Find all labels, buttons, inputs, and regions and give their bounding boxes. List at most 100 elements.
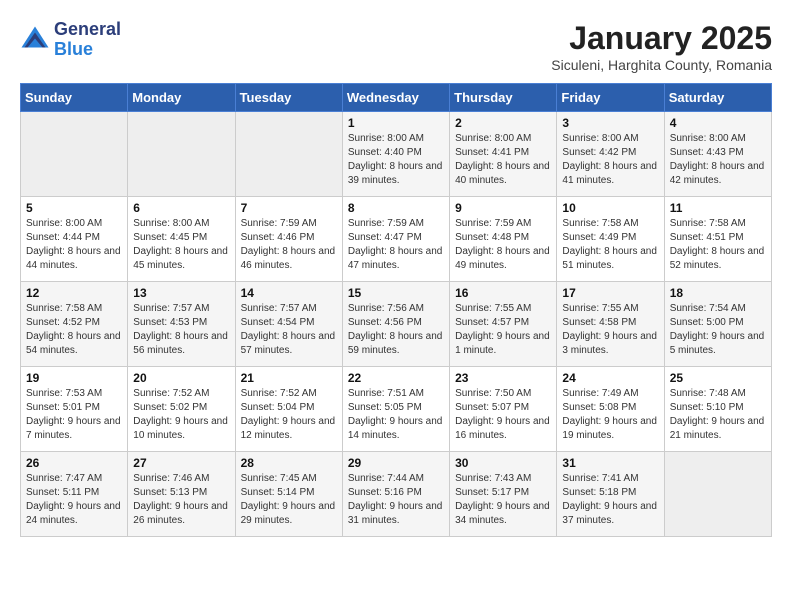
calendar-title: January 2025 [551,20,772,57]
calendar-cell: 7Sunrise: 7:59 AMSunset: 4:46 PMDaylight… [235,197,342,282]
calendar-subtitle: Siculeni, Harghita County, Romania [551,57,772,73]
day-info: Sunrise: 7:58 AMSunset: 4:49 PMDaylight:… [562,217,658,273]
calendar-cell: 1 Sunrise: 8:00 AMSunset: 4:40 PMDaylight… [342,112,449,197]
day-info: Sunrise: 7:54 AMSunset: 5:00 PMDaylight:… [670,302,766,358]
day-number: 6 [133,201,229,215]
logo-general-text: General [54,19,121,39]
day-info: Sunrise: 7:52 AMSunset: 5:04 PMDaylight:… [241,387,337,443]
calendar-cell: 19 Sunrise: 7:53 AMSunset: 5:01 PMDayligh… [21,367,128,452]
day-info: Sunrise: 7:59 AMSunset: 4:47 PMDaylight:… [348,217,444,273]
calendar-cell: 28 Sunrise: 7:45 AMSunset: 5:14 PMDayligh… [235,452,342,537]
day-number: 28 [241,456,337,470]
day-number: 4 [670,116,766,130]
day-info: Sunrise: 8:00 AMSunset: 4:43 PMDaylight:… [670,132,766,188]
calendar-cell: 31 Sunrise: 7:41 AMSunset: 5:18 PMDayligh… [557,452,664,537]
day-number: 5 [26,201,122,215]
day-info: Sunrise: 8:00 AMSunset: 4:44 PMDaylight:… [26,217,122,273]
calendar-cell: 29 Sunrise: 7:44 AMSunset: 5:16 PMDayligh… [342,452,449,537]
day-info: Sunrise: 8:00 AMSunset: 4:40 PMDaylight:… [348,132,444,188]
day-number: 31 [562,456,658,470]
day-number: 26 [26,456,122,470]
calendar-cell [21,112,128,197]
day-info: Sunrise: 7:46 AMSunset: 5:13 PMDaylight:… [133,472,229,528]
calendar-cell: 22 Sunrise: 7:51 AMSunset: 5:05 PMDayligh… [342,367,449,452]
calendar-cell: 21Sunrise: 7:52 AMSunset: 5:04 PMDayligh… [235,367,342,452]
day-number: 11 [670,201,766,215]
calendar-cell: 5 Sunrise: 8:00 AMSunset: 4:44 PMDaylight… [21,197,128,282]
calendar-cell: 13Sunrise: 7:57 AMSunset: 4:53 PMDayligh… [128,282,235,367]
day-info: Sunrise: 7:57 AMSunset: 4:54 PMDaylight:… [241,302,337,358]
calendar-header-saturday: Saturday [664,84,771,112]
calendar-cell: 10Sunrise: 7:58 AMSunset: 4:49 PMDayligh… [557,197,664,282]
calendar-cell: 9 Sunrise: 7:59 AMSunset: 4:48 PMDaylight… [450,197,557,282]
day-info: Sunrise: 7:48 AMSunset: 5:10 PMDaylight:… [670,387,766,443]
day-info: Sunrise: 7:55 AMSunset: 4:57 PMDaylight:… [455,302,551,358]
calendar-cell: 12Sunrise: 7:58 AMSunset: 4:52 PMDayligh… [21,282,128,367]
day-info: Sunrise: 7:57 AMSunset: 4:53 PMDaylight:… [133,302,229,358]
day-number: 18 [670,286,766,300]
calendar-cell: 6 Sunrise: 8:00 AMSunset: 4:45 PMDaylight… [128,197,235,282]
day-number: 20 [133,371,229,385]
day-info: Sunrise: 8:00 AMSunset: 4:41 PMDaylight:… [455,132,551,188]
day-number: 23 [455,371,551,385]
calendar-cell: 25 Sunrise: 7:48 AMSunset: 5:10 PMDayligh… [664,367,771,452]
calendar-week-3: 12Sunrise: 7:58 AMSunset: 4:52 PMDayligh… [21,282,772,367]
day-number: 3 [562,116,658,130]
day-info: Sunrise: 7:45 AMSunset: 5:14 PMDaylight:… [241,472,337,528]
calendar-header-row: SundayMondayTuesdayWednesdayThursdayFrid… [21,84,772,112]
calendar-week-4: 19 Sunrise: 7:53 AMSunset: 5:01 PMDayligh… [21,367,772,452]
day-number: 9 [455,201,551,215]
day-info: Sunrise: 7:44 AMSunset: 5:16 PMDaylight:… [348,472,444,528]
calendar-header-wednesday: Wednesday [342,84,449,112]
calendar-header-monday: Monday [128,84,235,112]
calendar-cell [664,452,771,537]
logo-text: General Blue [54,20,121,60]
day-info: Sunrise: 7:43 AMSunset: 5:17 PMDaylight:… [455,472,551,528]
calendar-cell: 2 Sunrise: 8:00 AMSunset: 4:41 PMDaylight… [450,112,557,197]
day-info: Sunrise: 7:59 AMSunset: 4:46 PMDaylight:… [241,217,337,273]
logo: General Blue [20,20,121,60]
calendar-header-thursday: Thursday [450,84,557,112]
calendar-cell: 14 Sunrise: 7:57 AMSunset: 4:54 PMDayligh… [235,282,342,367]
day-number: 17 [562,286,658,300]
day-info: Sunrise: 7:58 AMSunset: 4:51 PMDaylight:… [670,217,766,273]
calendar-cell: 20 Sunrise: 7:52 AMSunset: 5:02 PMDayligh… [128,367,235,452]
day-number: 30 [455,456,551,470]
day-info: Sunrise: 7:53 AMSunset: 5:01 PMDaylight:… [26,387,122,443]
day-info: Sunrise: 7:55 AMSunset: 4:58 PMDaylight:… [562,302,658,358]
day-info: Sunrise: 7:51 AMSunset: 5:05 PMDaylight:… [348,387,444,443]
calendar-cell: 24Sunrise: 7:49 AMSunset: 5:08 PMDayligh… [557,367,664,452]
calendar-cell: 4 Sunrise: 8:00 AMSunset: 4:43 PMDaylight… [664,112,771,197]
day-info: Sunrise: 8:00 AMSunset: 4:45 PMDaylight:… [133,217,229,273]
day-number: 22 [348,371,444,385]
day-number: 29 [348,456,444,470]
calendar-cell: 27 Sunrise: 7:46 AMSunset: 5:13 PMDayligh… [128,452,235,537]
calendar-cell: 30 Sunrise: 7:43 AMSunset: 5:17 PMDayligh… [450,452,557,537]
day-number: 25 [670,371,766,385]
day-info: Sunrise: 7:52 AMSunset: 5:02 PMDaylight:… [133,387,229,443]
day-number: 2 [455,116,551,130]
day-info: Sunrise: 7:41 AMSunset: 5:18 PMDaylight:… [562,472,658,528]
calendar-table: SundayMondayTuesdayWednesdayThursdayFrid… [20,83,772,537]
logo-blue-text: Blue [54,39,93,59]
calendar-header-sunday: Sunday [21,84,128,112]
title-block: January 2025 Siculeni, Harghita County, … [551,20,772,73]
calendar-cell: 26 Sunrise: 7:47 AMSunset: 5:11 PMDayligh… [21,452,128,537]
calendar-week-1: 1 Sunrise: 8:00 AMSunset: 4:40 PMDaylight… [21,112,772,197]
calendar-cell [128,112,235,197]
day-number: 16 [455,286,551,300]
day-info: Sunrise: 7:50 AMSunset: 5:07 PMDaylight:… [455,387,551,443]
day-number: 19 [26,371,122,385]
day-number: 1 [348,116,444,130]
day-number: 24 [562,371,658,385]
calendar-header-friday: Friday [557,84,664,112]
calendar-cell: 3Sunrise: 8:00 AMSunset: 4:42 PMDaylight… [557,112,664,197]
page-header: General Blue January 2025 Siculeni, Harg… [20,20,772,73]
day-info: Sunrise: 7:47 AMSunset: 5:11 PMDaylight:… [26,472,122,528]
calendar-cell: 15Sunrise: 7:56 AMSunset: 4:56 PMDayligh… [342,282,449,367]
calendar-week-5: 26 Sunrise: 7:47 AMSunset: 5:11 PMDayligh… [21,452,772,537]
day-info: Sunrise: 7:59 AMSunset: 4:48 PMDaylight:… [455,217,551,273]
day-number: 8 [348,201,444,215]
day-number: 27 [133,456,229,470]
day-number: 14 [241,286,337,300]
